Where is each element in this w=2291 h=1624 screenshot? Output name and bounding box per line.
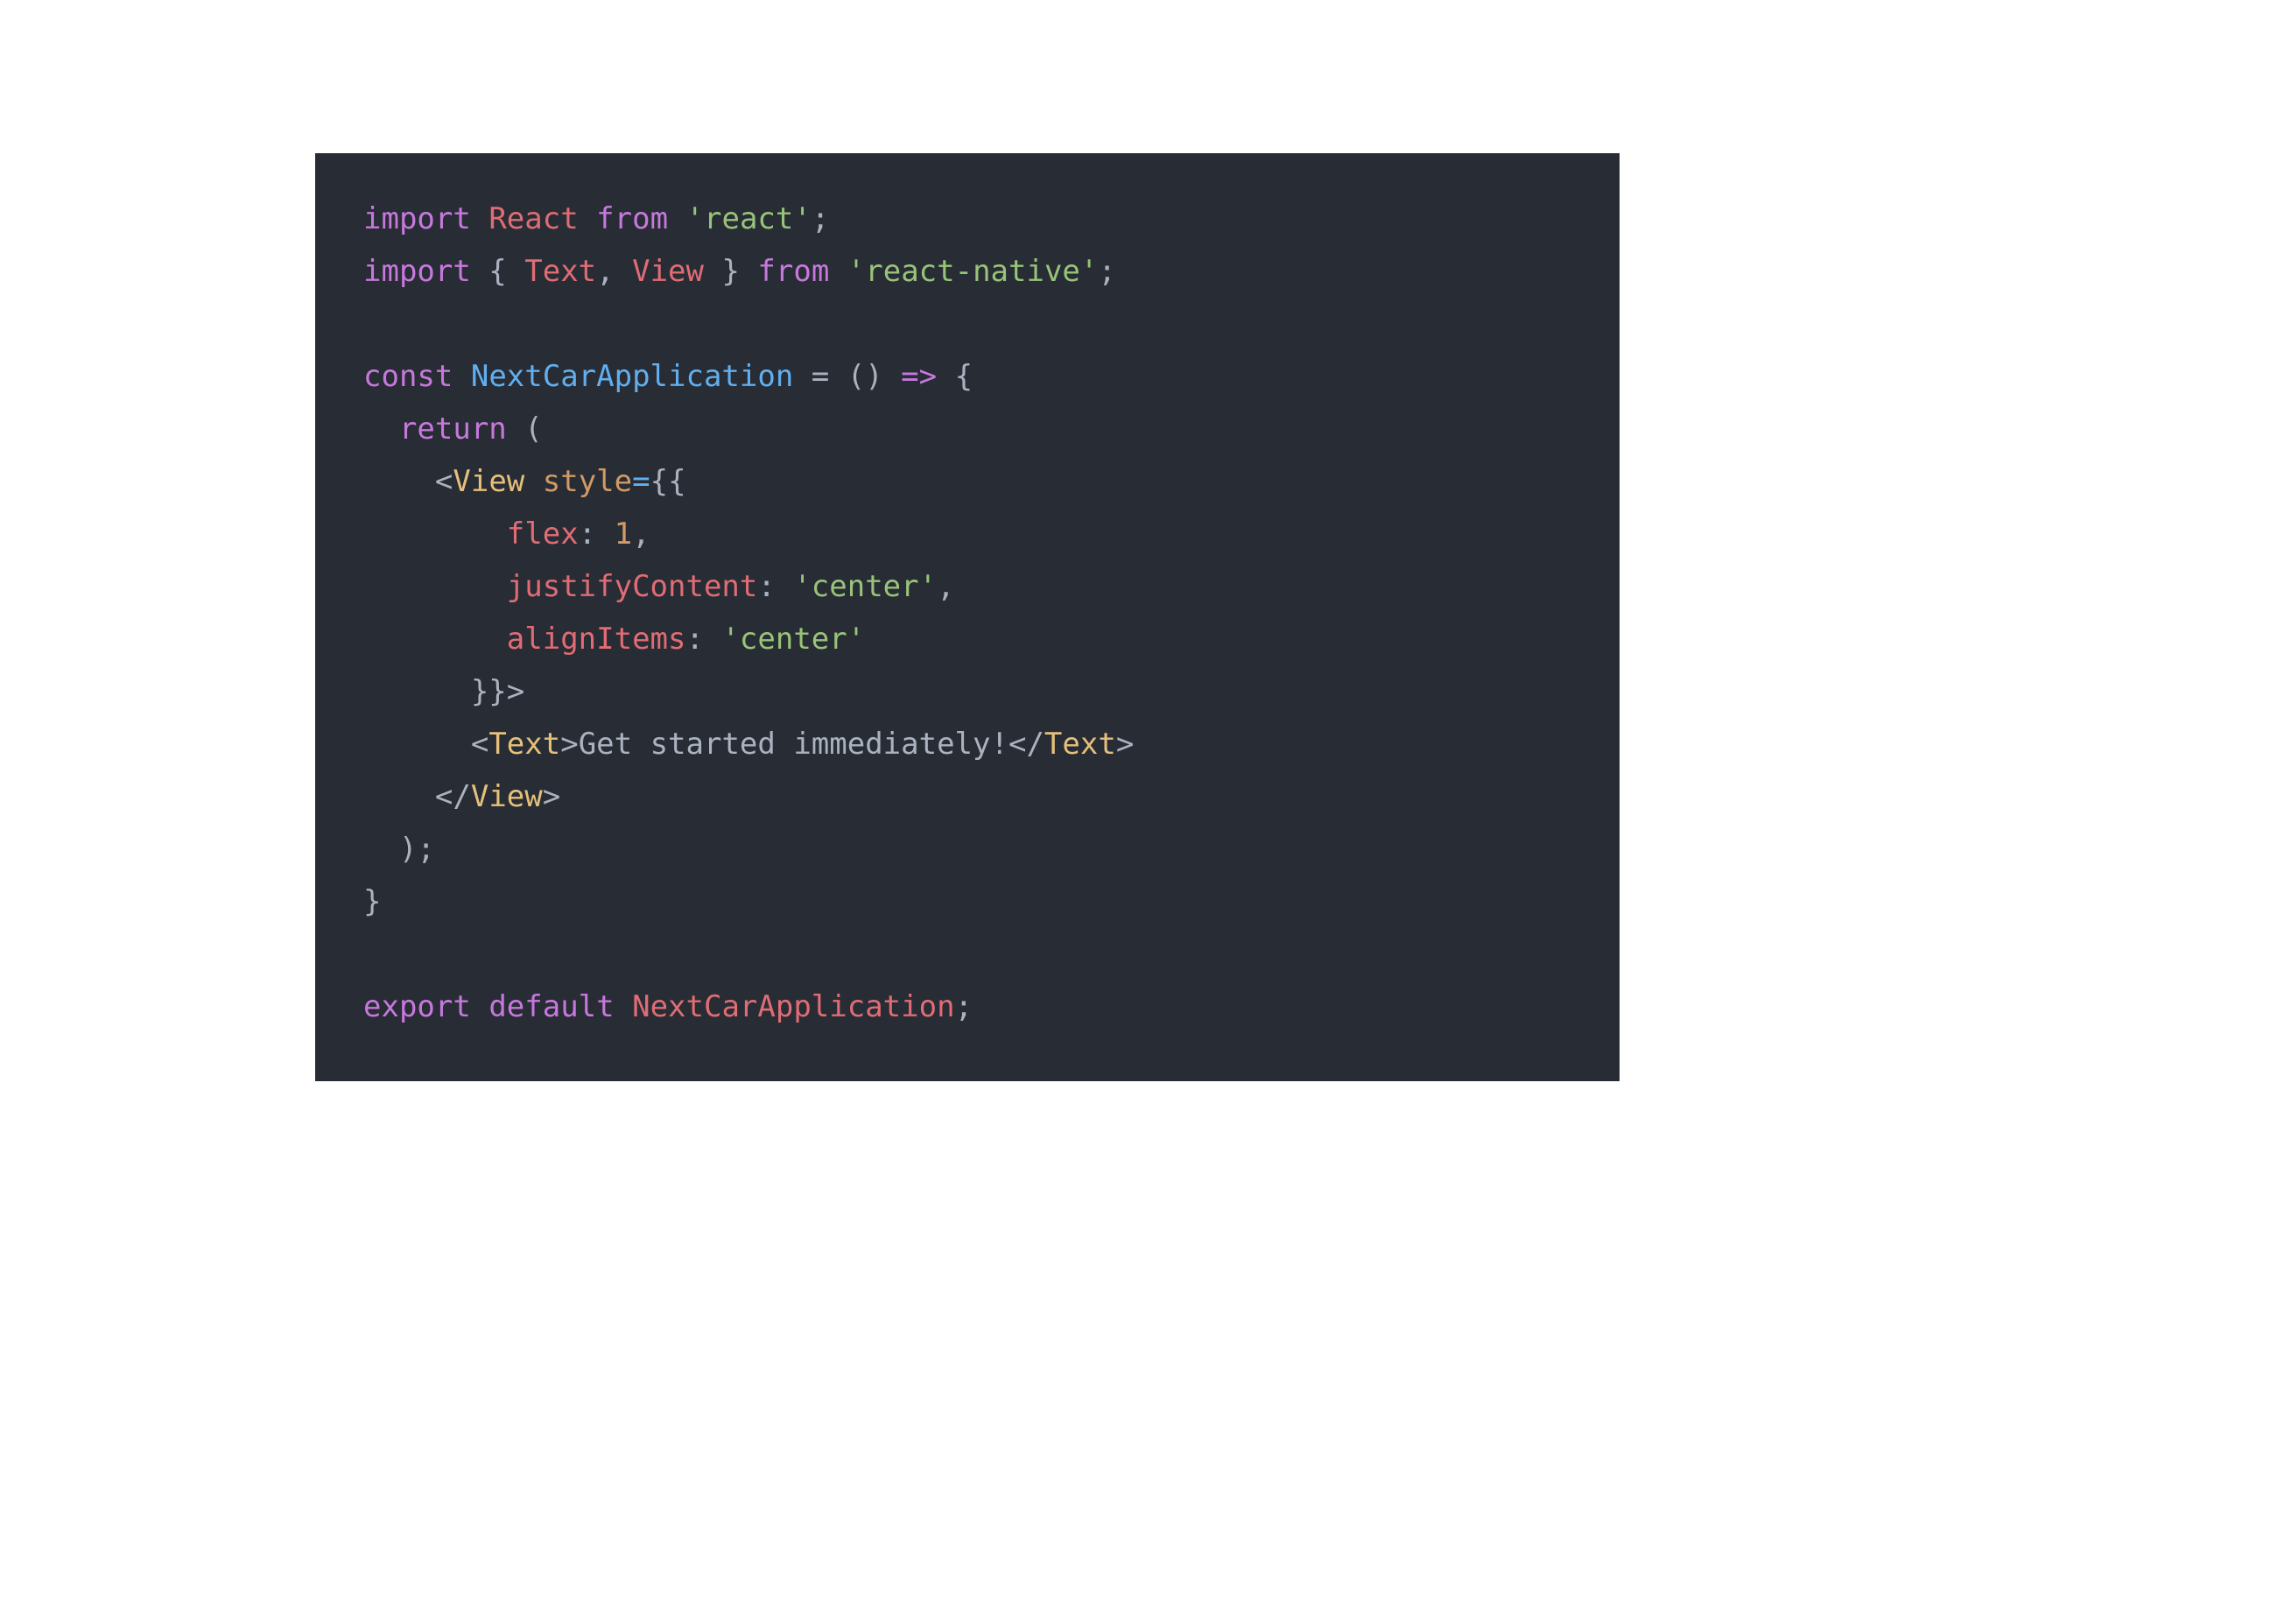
code-token: < xyxy=(435,464,453,499)
code-token: justifyContent xyxy=(507,569,758,604)
code-token: ; xyxy=(1098,254,1115,289)
code-token: return xyxy=(399,411,507,446)
code-token xyxy=(829,254,847,289)
code-token: View xyxy=(632,254,704,289)
code-token: , xyxy=(596,254,632,289)
code-token: View xyxy=(471,779,543,814)
code-token: import xyxy=(363,254,471,289)
code-token: {{ xyxy=(650,464,686,499)
code-token: Text xyxy=(524,254,596,289)
code-token xyxy=(471,622,507,657)
code-token: </ xyxy=(435,779,471,814)
code-token xyxy=(471,569,507,604)
code-token: export xyxy=(363,989,471,1024)
code-token: React xyxy=(488,201,578,236)
code-token xyxy=(363,674,471,709)
code-token: NextCarApplication xyxy=(632,989,954,1024)
code-token xyxy=(471,989,488,1024)
code-token: style xyxy=(543,464,632,499)
code-token: alignItems xyxy=(507,622,686,657)
code-token: ( xyxy=(507,411,543,446)
code-token: > xyxy=(560,727,578,762)
code-token xyxy=(363,411,399,446)
code-token: 'center' xyxy=(793,569,937,604)
code-token: 'center' xyxy=(721,622,865,657)
code-token xyxy=(471,517,507,552)
code-token: } xyxy=(704,254,757,289)
code-token: 'react-native' xyxy=(847,254,1099,289)
code-token: , xyxy=(632,517,650,552)
code-token: 'react' xyxy=(686,201,812,236)
code-token xyxy=(363,464,435,499)
code-token: => xyxy=(901,359,937,394)
code-token: : xyxy=(579,517,615,552)
code-token: NextCarApplication xyxy=(471,359,793,394)
code-token xyxy=(363,569,471,604)
code-token: { xyxy=(937,359,973,394)
code-token: : xyxy=(757,569,793,604)
code-token: flex xyxy=(507,517,579,552)
code-token xyxy=(471,201,488,236)
code-token: = xyxy=(632,464,650,499)
code-token: from xyxy=(757,254,829,289)
code-token: : xyxy=(685,622,721,657)
code-token: Get started immediately! xyxy=(579,727,1008,762)
code-block: import React from 'react'; import { Text… xyxy=(315,153,1620,1081)
code-token: 1 xyxy=(615,517,632,552)
code-token: ); xyxy=(399,832,435,867)
code-token: , xyxy=(937,569,954,604)
code-token xyxy=(524,464,542,499)
code-token: from xyxy=(596,201,668,236)
code-token xyxy=(579,201,596,236)
code-token: ; xyxy=(955,989,973,1024)
code-token: Text xyxy=(488,727,560,762)
code-token xyxy=(363,517,471,552)
code-token: > xyxy=(1116,727,1134,762)
code-token xyxy=(363,832,399,867)
code-token: </ xyxy=(1008,727,1044,762)
code-token: = () xyxy=(793,359,901,394)
code-token: } xyxy=(363,884,381,919)
code-token: > xyxy=(543,779,560,814)
code-token: default xyxy=(488,989,614,1024)
code-token: Text xyxy=(1044,727,1116,762)
code-token xyxy=(363,622,471,657)
code-token xyxy=(615,989,632,1024)
code-token xyxy=(668,201,685,236)
code-token: }}> xyxy=(471,674,524,709)
code-token: { xyxy=(471,254,524,289)
code-token: ; xyxy=(812,201,829,236)
code-token: import xyxy=(363,201,471,236)
code-token xyxy=(363,779,435,814)
code-token xyxy=(453,359,470,394)
code-token: < xyxy=(471,727,488,762)
code-token: const xyxy=(363,359,453,394)
code-token: View xyxy=(453,464,524,499)
code-token xyxy=(363,727,471,762)
